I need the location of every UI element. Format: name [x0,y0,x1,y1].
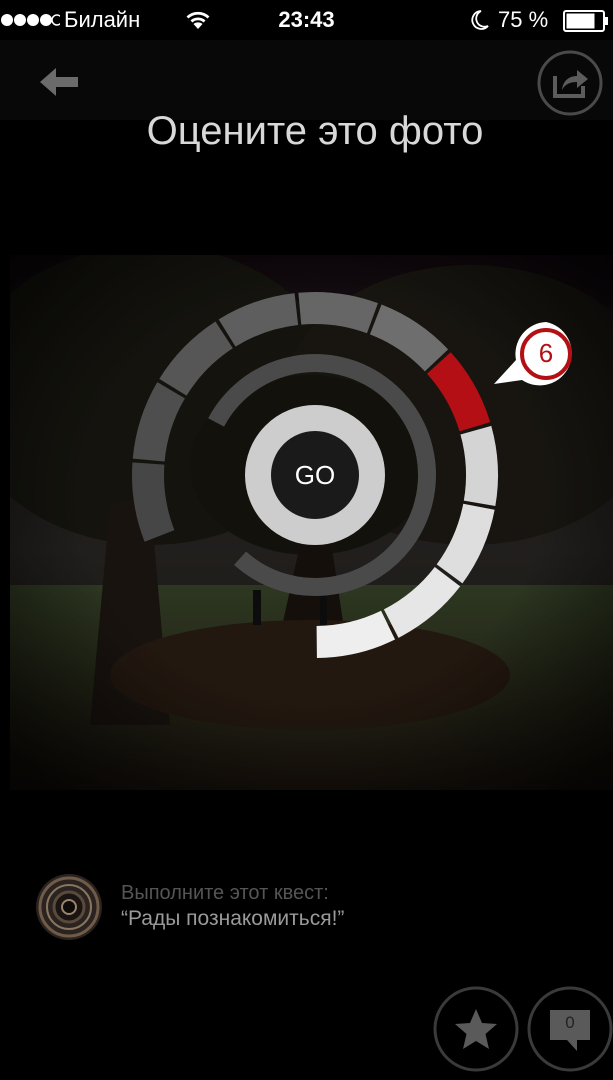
status-bar: Билайн 23:43 75 % [0,0,613,40]
rate-photo-screen: Билайн 23:43 75 % Оцените это фото GO 6 … [0,0,613,1080]
arrow-left-icon [40,68,78,96]
back-button[interactable] [36,60,84,104]
star-icon [433,986,519,1072]
battery-icon [563,10,608,32]
comments-button[interactable]: 0 [527,986,613,1072]
rating-segment-7[interactable] [460,425,498,507]
comment-count: 0 [565,1013,575,1032]
quest[interactable]: Выполните этот квест: “Рады познакомитьс… [35,873,595,943]
selected-rating-value: 6 [538,338,554,368]
favorite-button[interactable] [433,986,519,1072]
quest-label: Выполните этот квест: [121,882,329,904]
quest-name: “Рады познакомиться!” [121,907,345,930]
page-title: Оцените это фото [146,109,484,153]
moon-icon [471,10,489,30]
go-button[interactable]: GO [245,405,385,545]
quest-avatar [35,873,103,941]
battery-percent: 75 % [498,7,549,32]
go-label: GO [294,460,336,490]
